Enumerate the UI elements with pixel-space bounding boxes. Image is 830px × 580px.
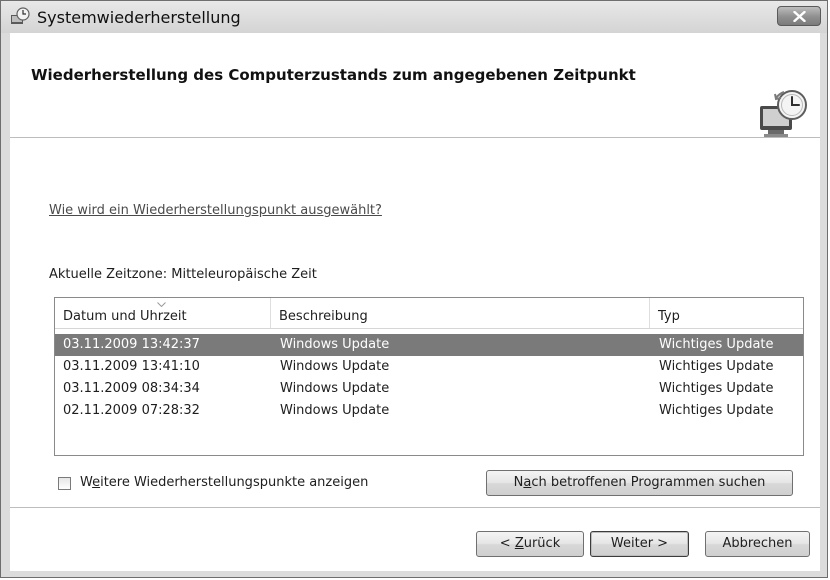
cancel-button[interactable]: Abbrechen [705,531,810,557]
footer-divider [10,507,820,508]
system-restore-window: Systemwiederherstellung Wiederherstellun… [0,0,828,578]
column-label: Typ [658,309,680,324]
row-type: Wichtiges Update [659,381,774,396]
timezone-label: Aktuelle Zeitzone: Mitteleuropäische Zei… [49,267,317,282]
back-button[interactable]: < Zurück [476,531,584,557]
row-type: Wichtiges Update [659,403,774,418]
table-row[interactable]: 03.11.2009 08:34:34 Windows Update Wicht… [55,378,803,400]
row-date: 02.11.2009 07:28:32 [63,403,200,418]
row-date: 03.11.2009 08:34:34 [63,381,200,396]
system-restore-icon [10,7,30,27]
row-type: Wichtiges Update [659,359,774,374]
row-date: 03.11.2009 13:42:37 [63,337,200,352]
table-header: Datum und Uhrzeit Beschreibung Typ [55,298,803,329]
column-header-date[interactable]: Datum und Uhrzeit [55,298,271,328]
row-description: Windows Update [280,381,390,396]
header-divider [10,137,820,138]
window-title: Systemwiederherstellung [37,8,241,27]
sort-arrow-icon [157,302,166,307]
table-row[interactable]: 03.11.2009 13:41:10 Windows Update Wicht… [55,356,803,378]
dialog-content: Wiederherstellung des Computerzustands z… [10,33,820,571]
row-description: Windows Update [280,403,390,418]
help-link-restore-point[interactable]: Wie wird ein Wiederherstellungspunkt aus… [49,203,382,218]
table-row[interactable]: 02.11.2009 07:28:32 Windows Update Wicht… [55,400,803,422]
page-title: Wiederherstellung des Computerzustands z… [31,66,636,84]
next-button[interactable]: Weiter > [590,531,689,557]
system-restore-clock-icon [754,88,810,144]
close-button[interactable] [777,6,821,26]
column-header-description[interactable]: Beschreibung [271,298,650,328]
close-icon [793,11,806,22]
row-date: 03.11.2009 13:41:10 [63,359,200,374]
more-restore-points-checkbox[interactable] [58,477,71,490]
scan-affected-programs-button[interactable]: Nach betroffenen Programmen suchen [486,470,793,496]
column-label: Datum und Uhrzeit [63,309,187,324]
row-description: Windows Update [280,337,390,352]
restore-points-table[interactable]: Datum und Uhrzeit Beschreibung Typ 03.11… [54,297,804,456]
title-bar: Systemwiederherstellung [1,1,827,33]
row-description: Windows Update [280,359,390,374]
column-header-type[interactable]: Typ [650,298,803,328]
column-label: Beschreibung [279,309,368,324]
table-row[interactable]: 03.11.2009 13:42:37 Windows Update Wicht… [55,334,803,356]
row-type: Wichtiges Update [659,337,774,352]
more-restore-points-label: Weitere Wiederherstellungspunkte anzeige… [80,475,369,490]
